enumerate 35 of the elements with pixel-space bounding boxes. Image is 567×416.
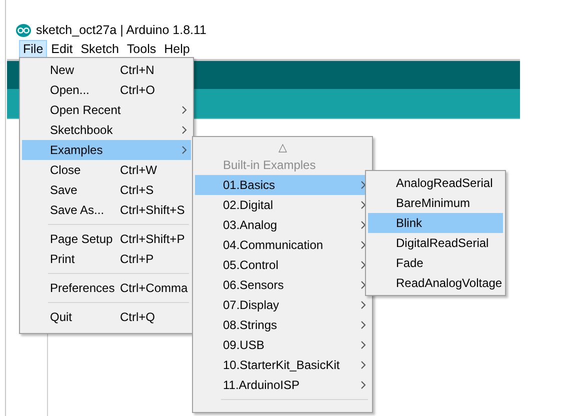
menu-item[interactable]: 03.Analog xyxy=(195,215,370,235)
menu-item[interactable]: 05.Control xyxy=(195,255,370,275)
scroll-up-arrow[interactable]: △ xyxy=(278,140,286,154)
menu-item[interactable]: ReadAnalogVoltage xyxy=(368,273,503,293)
menu-item[interactable]: Preferences Ctrl+Comma xyxy=(22,278,191,298)
menu-item[interactable]: 10.StarterKit_BasicKit xyxy=(195,355,370,375)
menu-section-header: Built-in Examples xyxy=(223,158,316,172)
menu-item[interactable]: Fade xyxy=(368,253,503,273)
menu-item[interactable]: Save Ctrl+S xyxy=(22,180,191,200)
menu-item[interactable]: 04.Communication xyxy=(195,235,370,255)
menu-item[interactable]: Save As... Ctrl+Shift+S xyxy=(22,200,191,220)
menu-item[interactable]: BareMinimum xyxy=(368,193,503,213)
menu-item[interactable]: DigitalReadSerial xyxy=(368,233,503,253)
menu-item[interactable]: 02.Digital xyxy=(195,195,370,215)
menu-bar-item[interactable]: Sketch xyxy=(76,40,123,58)
menu-item[interactable]: 07.Display xyxy=(195,295,370,315)
arduino-logo-icon xyxy=(16,24,31,36)
menu-bar-item[interactable]: Help xyxy=(160,40,194,58)
menu-item[interactable]: 11.ArduinoISP xyxy=(195,375,370,395)
menu-item[interactable]: Quit Ctrl+Q xyxy=(22,307,191,327)
menu-item[interactable]: Print Ctrl+P xyxy=(22,249,191,269)
menu-item[interactable]: Blink xyxy=(368,213,503,233)
menu-item[interactable]: AnalogReadSerial xyxy=(368,173,503,193)
window-title: sketch_oct27a | Arduino 1.8.11 xyxy=(36,23,206,37)
menu-bar-item[interactable]: Tools xyxy=(122,40,160,58)
menu-item[interactable]: 08.Strings xyxy=(195,315,370,335)
menu-item[interactable]: 06.Sensors xyxy=(195,275,370,295)
menu-item[interactable]: Sketchbook xyxy=(22,120,191,140)
menu-item[interactable]: Examples xyxy=(22,140,191,160)
menu-bar-item[interactable]: Edit xyxy=(47,40,77,58)
menu-item[interactable]: Close Ctrl+W xyxy=(22,160,191,180)
menu-bar-item[interactable]: File xyxy=(19,40,48,58)
menu-item[interactable]: 09.USB xyxy=(195,335,370,355)
menu-item[interactable]: Open... Ctrl+O xyxy=(22,80,191,100)
menu-item[interactable]: Page Setup Ctrl+Shift+P xyxy=(22,229,191,249)
